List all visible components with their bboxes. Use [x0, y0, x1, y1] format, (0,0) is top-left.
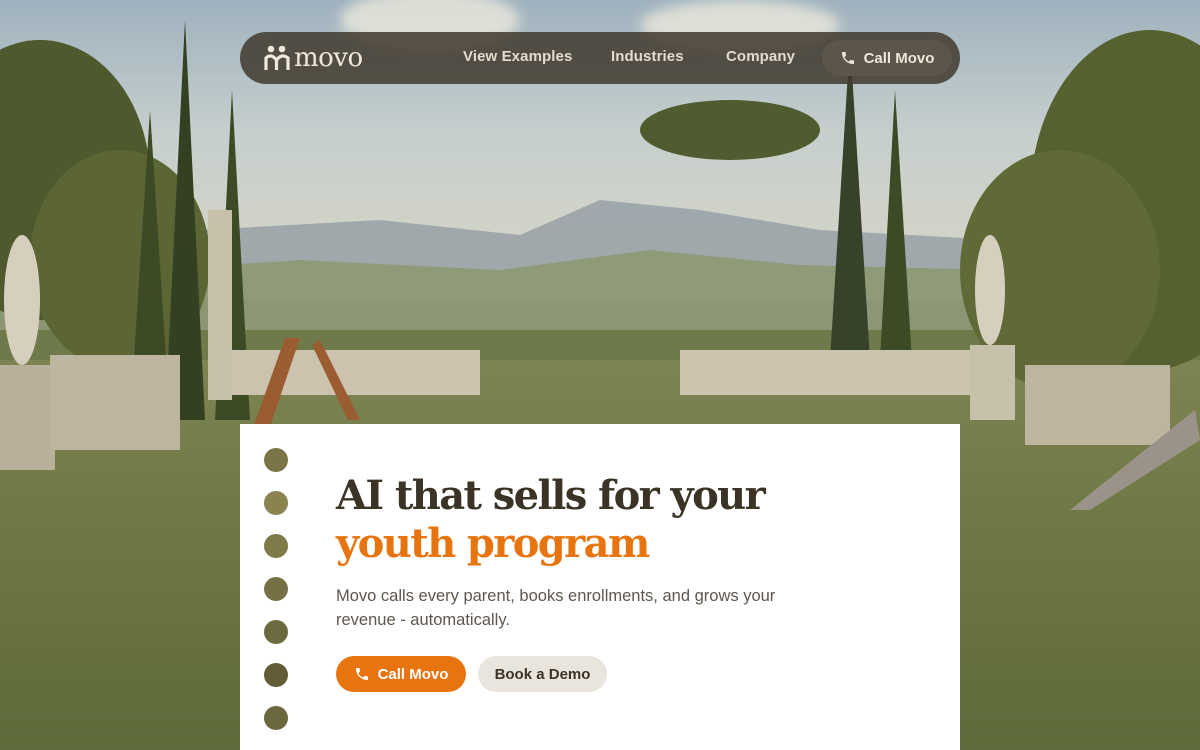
hero-subtitle: Movo calls every parent, books enrollmen… — [336, 587, 776, 629]
nav-call-label: Call Movo — [863, 49, 935, 67]
nav-link-company[interactable]: Company — [726, 48, 795, 65]
decorative-dot — [264, 577, 288, 601]
decorative-dot — [264, 620, 288, 644]
nav-link-view-examples[interactable]: View Examples — [463, 48, 572, 65]
headline-line-1: AI that sells for your — [336, 472, 766, 519]
hero-card: AI that sells for your youth program Mov… — [240, 424, 960, 750]
phone-icon — [355, 668, 368, 680]
decorative-dot — [264, 448, 288, 472]
movo-logo-icon — [264, 45, 290, 70]
decorative-dots — [264, 448, 288, 749]
headline-line-2: youth program — [336, 520, 650, 567]
nav-link-industries[interactable]: Industries — [611, 48, 684, 65]
call-movo-label: Call Movo — [377, 665, 449, 683]
decorative-dot — [264, 663, 288, 687]
decorative-dot — [264, 706, 288, 730]
call-movo-button[interactable]: Call Movo — [336, 656, 466, 692]
book-demo-button[interactable]: Book a Demo — [478, 656, 607, 692]
decorative-dot — [264, 491, 288, 515]
phone-icon — [841, 52, 854, 64]
decorative-dot — [264, 534, 288, 558]
hero-headline: AI that sells for your youth program — [336, 472, 766, 568]
book-demo-label: Book a Demo — [494, 665, 591, 683]
brand-name: movo — [294, 43, 363, 73]
nav-call-button[interactable]: Call Movo — [822, 40, 952, 76]
movo-logo[interactable]: movo — [264, 42, 363, 74]
top-navigation: movo View Examples Industries Company Ca… — [240, 32, 960, 84]
